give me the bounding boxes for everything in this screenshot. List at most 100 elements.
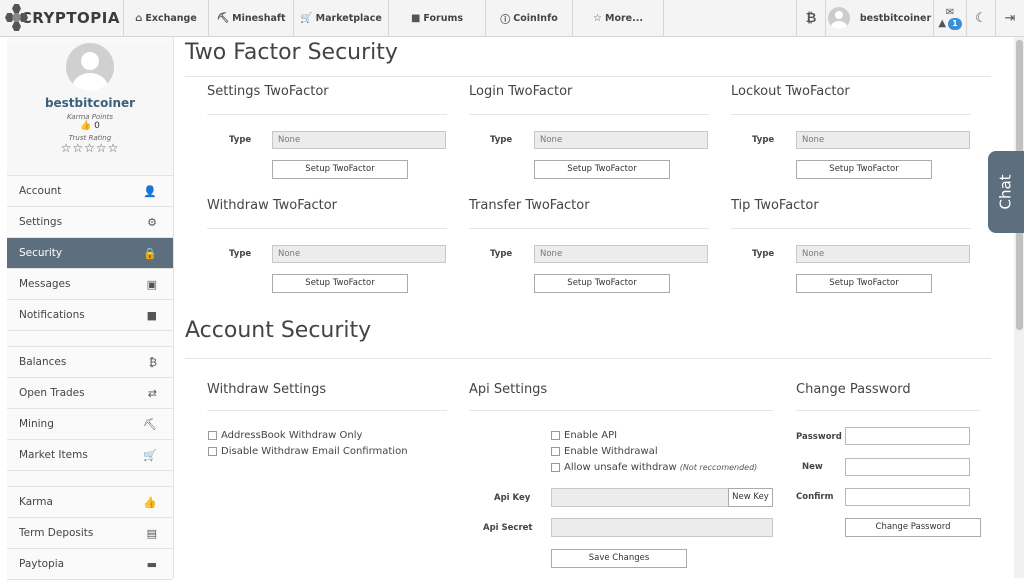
transfer-twofactor-type-field[interactable]: None — [534, 245, 708, 263]
type-label: Type — [229, 249, 252, 259]
profile-avatar — [66, 43, 114, 91]
notification-badge: 1 — [948, 17, 962, 30]
save-changes-button[interactable]: Save Changes — [551, 549, 687, 568]
type-label: Type — [752, 135, 775, 145]
divider — [796, 410, 980, 411]
site-logo[interactable]: CRYPTOPIA — [2, 3, 120, 33]
comments-icon: ■ — [410, 12, 421, 24]
moon-icon[interactable]: ☾ — [966, 0, 995, 36]
pickaxe-icon: ⛏ — [143, 417, 157, 431]
checkbox[interactable] — [551, 463, 560, 472]
password-label: Password — [796, 432, 842, 442]
pickaxe-icon: ⛏ — [216, 12, 230, 24]
checkbox[interactable] — [551, 431, 560, 440]
gear-icon: ⚙ — [147, 215, 157, 229]
disable-email-confirmation-checkbox[interactable]: Disable Withdraw Email Confirmation — [208, 446, 408, 457]
deposit-icon: ▤ — [146, 526, 157, 540]
withdraw-twofactor-type-field[interactable]: None — [272, 245, 446, 263]
twofactor-title: Two Factor Security — [185, 40, 398, 65]
karma-value-row: 👍 0 — [80, 121, 100, 131]
not-recommended-note: (Not reccomended) — [679, 463, 758, 472]
user-menu[interactable]: bestbitcoiner — [825, 0, 933, 36]
logout-icon[interactable]: ⇥ — [995, 0, 1024, 36]
sidebar-item-messages[interactable]: Messages ▣ — [7, 269, 173, 300]
enable-withdrawal-checkbox[interactable]: Enable Withdrawal — [551, 446, 658, 457]
confirm-password-input[interactable] — [845, 488, 970, 506]
change-password-title: Change Password — [796, 382, 911, 397]
withdraw-twofactor-title: Withdraw TwoFactor — [207, 198, 338, 213]
notifications-button[interactable]: ✉ ▲ 1 — [933, 0, 966, 36]
sidebar-item-account[interactable]: Account 👤 — [7, 176, 173, 207]
enable-api-checkbox[interactable]: Enable API — [551, 430, 617, 441]
profile-username[interactable]: bestbitcoiner — [7, 96, 173, 110]
sidebar-item-market-items[interactable]: Market Items 🛒 — [7, 440, 173, 471]
sidebar-item-balances[interactable]: Balances ₿ — [7, 347, 173, 378]
settings-twofactor-setup-button[interactable]: Setup TwoFactor — [272, 160, 408, 179]
new-password-label: New — [802, 462, 823, 472]
divider — [731, 114, 971, 115]
tip-twofactor-type-field[interactable]: None — [796, 245, 970, 263]
sidebar-item-karma[interactable]: Karma 👍 — [7, 487, 173, 518]
nav-tab-mineshaft[interactable]: ⛏ Mineshaft — [208, 0, 293, 36]
user-icon: 👤 — [143, 184, 157, 198]
sidebar-item-term-deposits[interactable]: Term Deposits ▤ — [7, 518, 173, 549]
nav-tab-exchange[interactable]: ⌂ Exchange — [123, 0, 208, 36]
sidebar-item-open-trades[interactable]: Open Trades ⇄ — [7, 378, 173, 409]
sidebar-item-notifications[interactable]: Notifications ■ — [7, 300, 173, 331]
checkbox[interactable] — [208, 431, 217, 440]
settings-twofactor-title: Settings TwoFactor — [207, 84, 329, 99]
confirm-password-label: Confirm — [796, 492, 834, 502]
divider — [207, 114, 447, 115]
lockout-twofactor-setup-button[interactable]: Setup TwoFactor — [796, 160, 932, 179]
withdraw-twofactor-setup-button[interactable]: Setup TwoFactor — [272, 274, 408, 293]
sidebar-item-settings[interactable]: Settings ⚙ — [7, 207, 173, 238]
sidebar-item-mining[interactable]: Mining ⛏ — [7, 409, 173, 440]
api-key-field[interactable] — [551, 488, 729, 507]
settings-twofactor-type-field[interactable]: None — [272, 131, 446, 149]
nav-tab-coininfo[interactable]: ⓘ CoinInfo — [485, 0, 572, 36]
sidebar-divider — [7, 331, 173, 347]
login-twofactor-type-field[interactable]: None — [534, 131, 708, 149]
divider — [469, 228, 709, 229]
top-navbar: CRYPTOPIA ⌂ Exchange ⛏ Mineshaft 🛒 Marketpl… — [0, 0, 1024, 37]
lockout-twofactor-title: Lockout TwoFactor — [731, 84, 850, 99]
nav-tab-forums[interactable]: ■ Forums — [388, 0, 485, 36]
addressbook-withdraw-checkbox[interactable]: AddressBook Withdraw Only — [208, 430, 362, 441]
type-label: Type — [490, 249, 513, 259]
type-label: Type — [229, 135, 252, 145]
type-label: Type — [490, 135, 513, 145]
withdraw-settings-title: Withdraw Settings — [207, 382, 327, 397]
api-secret-label: Api Secret — [483, 523, 533, 533]
new-key-button[interactable]: New Key — [728, 488, 773, 507]
login-twofactor-setup-button[interactable]: Setup TwoFactor — [534, 160, 670, 179]
lockout-twofactor-type-field[interactable]: None — [796, 131, 970, 149]
allow-unsafe-withdraw-checkbox[interactable]: Allow unsafe withdraw (Not reccomended) — [551, 462, 757, 473]
trades-icon: ⇄ — [147, 386, 157, 400]
account-security-title: Account Security — [185, 318, 372, 343]
bitcoin-icon[interactable]: ₿ — [796, 0, 825, 36]
divider — [207, 410, 447, 411]
api-secret-field[interactable] — [551, 518, 773, 537]
sidebar-divider — [7, 471, 173, 487]
tip-twofactor-setup-button[interactable]: Setup TwoFactor — [796, 274, 932, 293]
card-icon: ▬ — [146, 557, 157, 571]
inbox-icon: ▣ — [146, 277, 157, 291]
divider — [185, 358, 991, 359]
change-password-button[interactable]: Change Password — [845, 518, 981, 537]
sidebar-item-paytopia[interactable]: Paytopia ▬ — [7, 549, 173, 580]
avatar — [827, 7, 850, 29]
nav-tab-marketplace[interactable]: 🛒 Marketplace — [293, 0, 388, 36]
transfer-twofactor-setup-button[interactable]: Setup TwoFactor — [534, 274, 670, 293]
checkbox[interactable] — [551, 447, 560, 456]
info-icon: ⓘ — [500, 14, 511, 26]
chat-tab[interactable]: Chat — [988, 151, 1024, 233]
new-password-input[interactable] — [845, 458, 970, 476]
password-input[interactable] — [845, 427, 970, 445]
sidebar-item-security[interactable]: Security 🔒 — [7, 238, 173, 269]
checkbox[interactable] — [208, 447, 217, 456]
divider — [469, 114, 709, 115]
logo-hex-icon — [2, 4, 28, 32]
sidebar: bestbitcoiner Karma Points 👍 0 Trust Rat… — [7, 37, 174, 580]
nav-tab-more[interactable]: ☆ More... — [572, 0, 664, 36]
star-icon: ☆ — [593, 12, 603, 24]
